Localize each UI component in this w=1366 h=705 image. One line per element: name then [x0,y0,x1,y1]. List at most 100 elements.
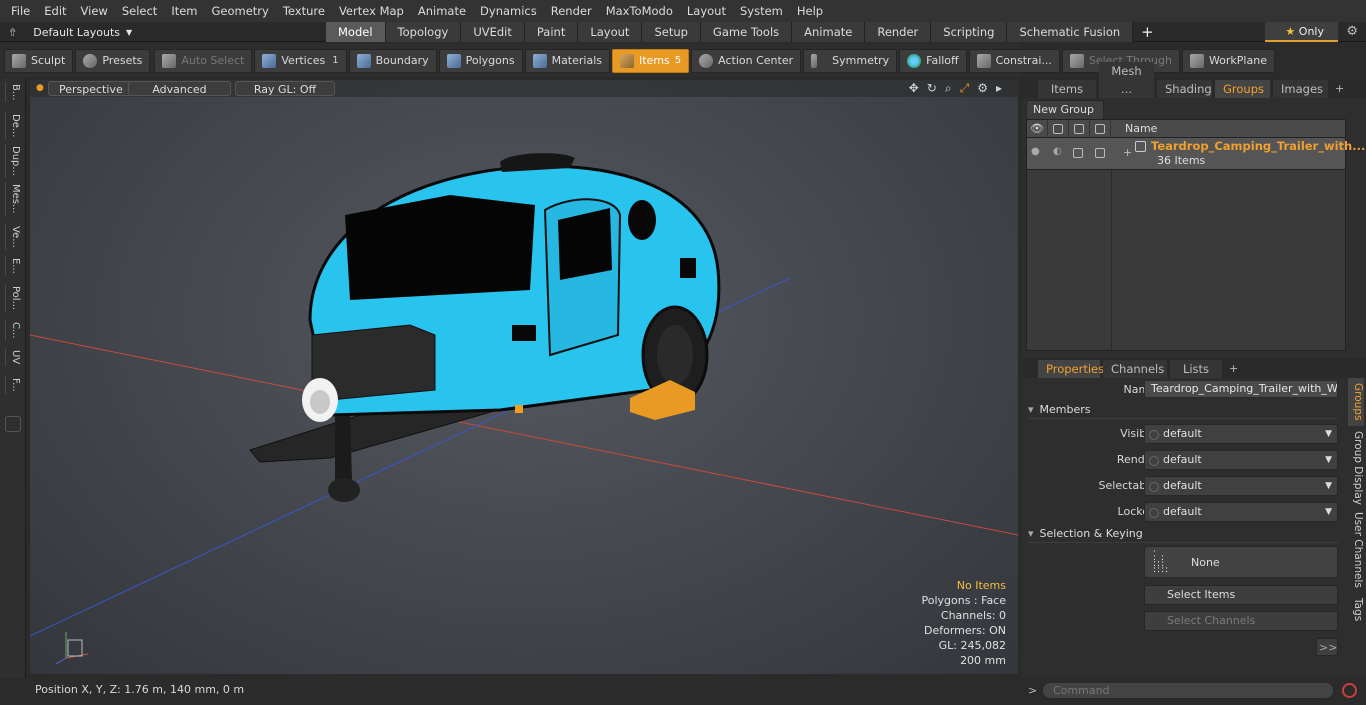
lock-icon[interactable] [1069,119,1090,138]
selectable-select[interactable]: default ▼ [1144,476,1338,496]
tab-lists[interactable]: Lists [1170,360,1222,378]
select-cube-icon[interactable] [1090,119,1111,138]
add-panel-tab-icon[interactable]: + [1335,80,1344,98]
menu-help[interactable]: Help [790,0,830,22]
falloff-button[interactable]: Falloff [899,48,967,73]
action-center-button[interactable]: Action Center [691,48,802,73]
add-props-tab-icon[interactable]: + [1229,360,1238,378]
menu-texture[interactable]: Texture [276,0,332,22]
tab-mesh[interactable]: Mesh ... [1099,62,1154,98]
left-tab-polygon[interactable]: Pol... [5,284,21,313]
sculpt-button[interactable]: Sculpt [4,48,74,73]
vertices-button[interactable]: Vertices 1 [254,48,347,73]
auto-select-button[interactable]: Auto Select [154,48,253,73]
menu-view[interactable]: View [74,0,115,22]
tab-properties[interactable]: Properties [1038,360,1104,378]
constraints-button[interactable]: Constrai... [968,48,1060,73]
viewport-expand-icon[interactable]: ▸ [996,81,1002,96]
ray-gl-button[interactable]: Ray GL: Off [235,81,335,96]
tab-setup[interactable]: Setup [642,22,701,42]
left-tab-uv[interactable]: UV [5,348,21,367]
tab-uvedit[interactable]: UVEdit [461,22,525,42]
presets-button[interactable]: Presets [75,48,151,73]
zoom-view-icon[interactable]: ⌕ [945,81,952,96]
gear-icon[interactable]: ⚙ [1346,24,1358,39]
command-input[interactable] [1042,682,1334,699]
new-group-button[interactable]: New Group [1026,100,1104,120]
render-select[interactable]: default ▼ [1144,450,1338,470]
left-tab-deform[interactable]: De... [5,112,21,140]
tab-schematic-fusion[interactable]: Schematic Fusion [1007,22,1134,42]
items-button[interactable]: Items 5 [612,48,690,73]
tab-scripting[interactable]: Scripting [931,22,1008,42]
visible-select[interactable]: default ▼ [1144,424,1338,444]
selection-keying-section[interactable]: Selection & Keying [1028,525,1338,543]
keying-none-button[interactable]: ·: :::::::: None [1144,546,1338,578]
locked-select[interactable]: default ▼ [1144,502,1338,522]
menu-dynamics[interactable]: Dynamics [473,0,544,22]
menu-layout[interactable]: Layout [680,0,733,22]
select-items-button[interactable]: Select Items [1144,585,1338,605]
members-section[interactable]: Members [1028,401,1338,419]
side-tab-group-display[interactable]: Group Display [1348,430,1364,506]
menu-maxtomodo[interactable]: MaxToModo [599,0,680,22]
menu-geometry[interactable]: Geometry [205,0,276,22]
side-tab-tags[interactable]: Tags [1348,594,1364,626]
menu-edit[interactable]: Edit [37,0,73,22]
tab-model[interactable]: Model [326,22,386,42]
viewport-gear-icon[interactable]: ⚙ [977,81,988,96]
left-tab-curve[interactable]: C... [5,320,21,341]
move-view-icon[interactable]: ✥ [909,81,919,96]
select-channels-button[interactable]: Select Channels [1144,611,1338,631]
row-render-icon[interactable]: ◐ [1053,146,1062,157]
polygons-button[interactable]: Polygons [438,48,523,73]
left-tab-edge[interactable]: E... [5,256,21,276]
advanced-button[interactable]: Advanced [128,81,231,96]
tab-images[interactable]: Images [1273,80,1328,98]
menu-item[interactable]: Item [164,0,204,22]
tab-paint[interactable]: Paint [524,22,579,42]
row-eye-icon[interactable]: ● [1031,146,1040,157]
menu-vertex-map[interactable]: Vertex Map [332,0,411,22]
tab-groups[interactable]: Groups [1215,80,1270,98]
render-icon[interactable] [1048,119,1069,138]
tab-shading[interactable]: Shading [1157,80,1212,98]
tab-animate[interactable]: Animate [792,22,866,42]
tab-layout[interactable]: Layout [578,22,643,42]
left-tab-duplicate[interactable]: Dup... [5,144,21,178]
menu-render[interactable]: Render [544,0,599,22]
side-tab-user-channels[interactable]: User Channels [1348,512,1364,588]
tab-channels[interactable]: Channels [1103,360,1167,378]
left-strip-expand-button[interactable] [5,416,21,432]
menu-select[interactable]: Select [115,0,164,22]
more-button[interactable]: >> [1316,638,1338,656]
menu-system[interactable]: System [733,0,790,22]
row-lock-box-icon[interactable] [1073,148,1083,158]
name-field[interactable]: Teardrop_Camping_Trailer_with_Whee [1144,380,1338,398]
symmetry-button[interactable]: Symmetry [803,48,898,73]
left-tab-mesh-edit[interactable]: Mes... [5,182,21,216]
3d-viewport[interactable]: ● Perspective Advanced Ray GL: Off ✥ ↻ ⌕… [30,80,1018,674]
tab-items[interactable]: Items [1038,80,1096,98]
row-select-box-icon[interactable] [1095,148,1105,158]
materials-button[interactable]: Materials [524,48,610,73]
perspective-button[interactable]: Perspective [48,81,134,96]
add-tab-icon[interactable]: + [1133,22,1162,42]
only-toggle[interactable]: ★ Only [1265,22,1338,42]
fit-view-icon[interactable]: ⤢ [960,81,970,96]
group-row[interactable]: ● ◐ + Teardrop_Camping_Trailer_with... 3… [1027,138,1365,170]
rotate-view-icon[interactable]: ↻ [927,81,937,96]
side-tab-groups[interactable]: Groups [1348,378,1364,426]
tab-game-tools[interactable]: Game Tools [700,22,793,42]
left-tab-vertex[interactable]: Ve... [5,224,21,250]
record-icon[interactable] [1342,683,1357,698]
name-column-header[interactable]: Name [1111,122,1157,135]
visibility-eye-icon[interactable]: 👁 [1027,119,1048,138]
expand-plus-icon[interactable]: + [1123,146,1132,159]
tab-render[interactable]: Render [865,22,932,42]
boundary-button[interactable]: Boundary [348,48,437,73]
menu-animate[interactable]: Animate [411,0,473,22]
table-scrollbar[interactable] [1348,119,1362,351]
layout-selector[interactable]: ⇮ Default Layouts ▼ [8,22,132,42]
left-tab-fusion[interactable]: F... [5,376,21,394]
